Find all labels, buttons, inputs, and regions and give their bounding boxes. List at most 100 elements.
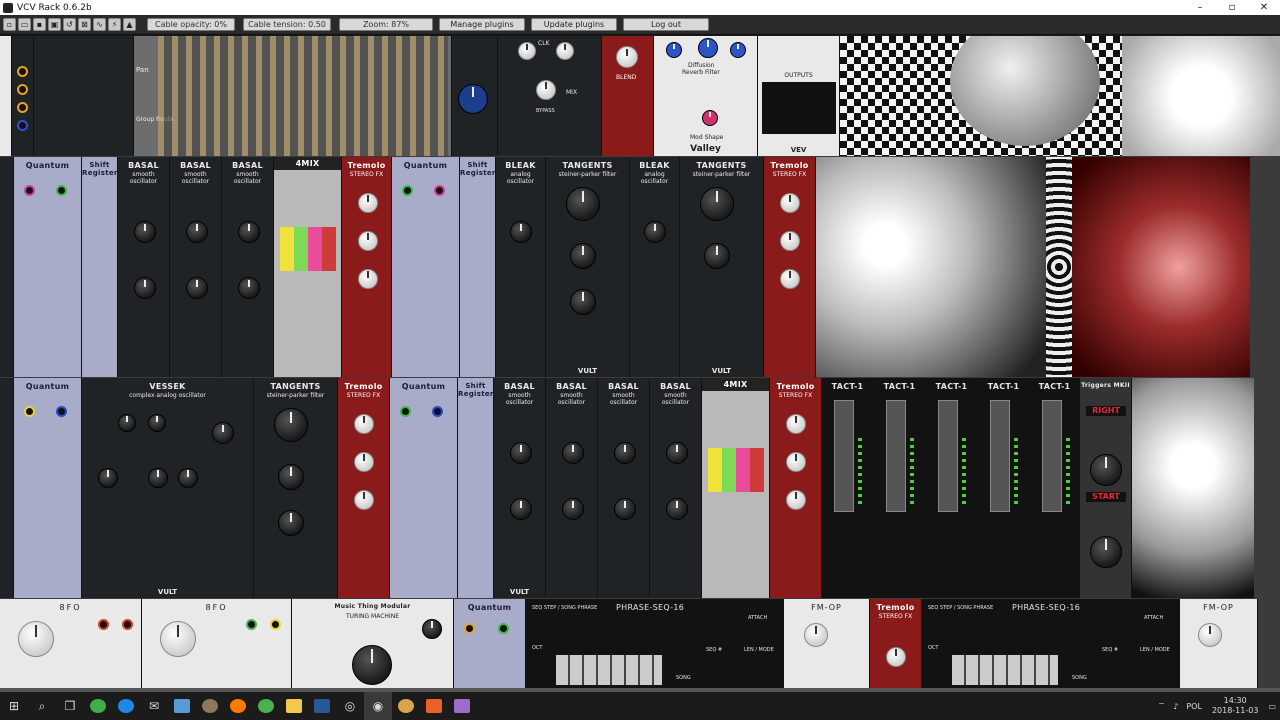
speed-knob[interactable] [354,452,374,472]
touch-pad[interactable] [834,400,854,512]
big-knob[interactable] [352,645,392,685]
mod2-knob[interactable] [510,498,532,520]
blend-knob[interactable] [780,269,800,289]
in-jack[interactable] [400,406,411,417]
clock[interactable]: 14:30 2018-11-03 [1212,696,1259,716]
shape-knob[interactable] [358,193,378,213]
orange-app-icon[interactable] [420,692,448,720]
revert-icon[interactable]: ↺ [63,18,76,31]
mod2-knob[interactable] [614,498,636,520]
out-jack[interactable] [498,623,509,634]
cutoff-knob[interactable] [274,408,308,442]
mix-knob[interactable] [212,422,234,444]
folder-icon[interactable] [280,692,308,720]
mod1-knob[interactable] [510,442,532,464]
minimize-button[interactable]: – [1184,2,1216,13]
blend-knob[interactable] [358,269,378,289]
mod1-knob[interactable] [614,442,636,464]
mix-knob[interactable] [536,80,556,100]
reaper-icon[interactable] [392,692,420,720]
in-jack[interactable] [24,406,35,417]
monitor-icon[interactable] [168,692,196,720]
shape-knob[interactable] [786,414,806,434]
blend-knob[interactable] [354,490,374,510]
knob[interactable] [98,468,118,488]
search-icon[interactable]: ⌕ [28,692,56,720]
sample-rate-icon[interactable]: ∿ [93,18,106,31]
drive-knob[interactable] [278,510,304,536]
shape-knob[interactable] [886,647,906,667]
output-jack[interactable] [17,66,28,77]
knob[interactable] [556,42,574,60]
vcv-rack-icon[interactable]: ◉ [364,692,392,720]
mod2-knob[interactable] [562,498,584,520]
cutoff-knob[interactable] [700,187,734,221]
knob[interactable] [422,619,442,639]
app-green-icon[interactable] [84,692,112,720]
edge-icon[interactable] [112,692,140,720]
maximize-button[interactable]: ▫ [1216,2,1248,13]
touch-pad[interactable] [990,400,1010,512]
mod1-knob[interactable] [134,221,156,243]
output-jack[interactable] [122,619,133,630]
touch-pad[interactable] [938,400,958,512]
fold-knob[interactable] [178,468,198,488]
obs-icon[interactable]: ◎ [336,692,364,720]
output-jack[interactable] [98,619,109,630]
new-file-icon[interactable]: ▫ [3,18,16,31]
close-button[interactable]: ✕ [1248,2,1280,13]
mod1-knob[interactable] [186,221,208,243]
log-out-button[interactable]: Log out [623,18,709,31]
cutoff-knob[interactable] [566,187,600,221]
knob[interactable] [702,110,718,126]
trigger-button[interactable] [1090,536,1122,568]
volume-icon[interactable]: ♪ [1173,702,1178,711]
save-icon[interactable]: ▪ [33,18,46,31]
knob[interactable] [698,38,718,58]
power-meter-icon[interactable]: ⚡ [108,18,121,31]
speed-knob[interactable] [780,231,800,251]
cable-opacity-slider[interactable]: Cable opacity: 0% [147,18,235,31]
knob[interactable] [644,221,666,243]
mail-icon[interactable]: ✉ [140,692,168,720]
group-knob[interactable] [458,84,488,114]
cable-tension-slider[interactable]: Cable tension: 0.50 [243,18,331,31]
knob[interactable] [616,46,638,68]
zoom-slider[interactable]: Zoom: 87% [339,18,433,31]
knob[interactable] [118,414,136,432]
knob[interactable] [148,414,166,432]
knob[interactable] [666,42,682,58]
manage-plugins-button[interactable]: Manage plugins [439,18,525,31]
language-indicator[interactable]: POL [1186,702,1202,711]
firefox-icon[interactable] [224,692,252,720]
touch-pad[interactable] [1042,400,1062,512]
frequency-knob[interactable] [18,621,54,657]
mod2-knob[interactable] [186,277,208,299]
shape-knob[interactable] [780,193,800,213]
frequency-knob[interactable] [160,621,196,657]
word-icon[interactable] [308,692,336,720]
output-jack[interactable] [246,619,257,630]
touch-pad[interactable] [886,400,906,512]
trigger-button[interactable] [1090,454,1122,486]
rack-canvas[interactable]: Pan Group Route CLK MIX BYPASS BLEND Dif… [0,36,1280,688]
knob[interactable] [730,42,746,58]
mod2-knob[interactable] [666,498,688,520]
mod1-knob[interactable] [562,442,584,464]
paint-icon[interactable] [448,692,476,720]
knob[interactable] [518,42,536,60]
open-file-icon[interactable]: ▭ [18,18,31,31]
network-icon[interactable]: ⌔ [1158,701,1166,711]
in-jack[interactable] [402,185,413,196]
save-as-icon[interactable]: ▣ [48,18,61,31]
keyboard[interactable] [556,655,662,685]
clear-icon[interactable]: ⊠ [78,18,91,31]
task-view-icon[interactable]: ❐ [56,692,84,720]
update-plugins-button[interactable]: Update plugins [531,18,617,31]
mod2-knob[interactable] [134,277,156,299]
knob[interactable] [510,221,532,243]
drive-knob[interactable] [570,289,596,315]
speed-knob[interactable] [786,452,806,472]
mixer-channel-strips[interactable] [158,36,448,156]
in-jack[interactable] [464,623,475,634]
